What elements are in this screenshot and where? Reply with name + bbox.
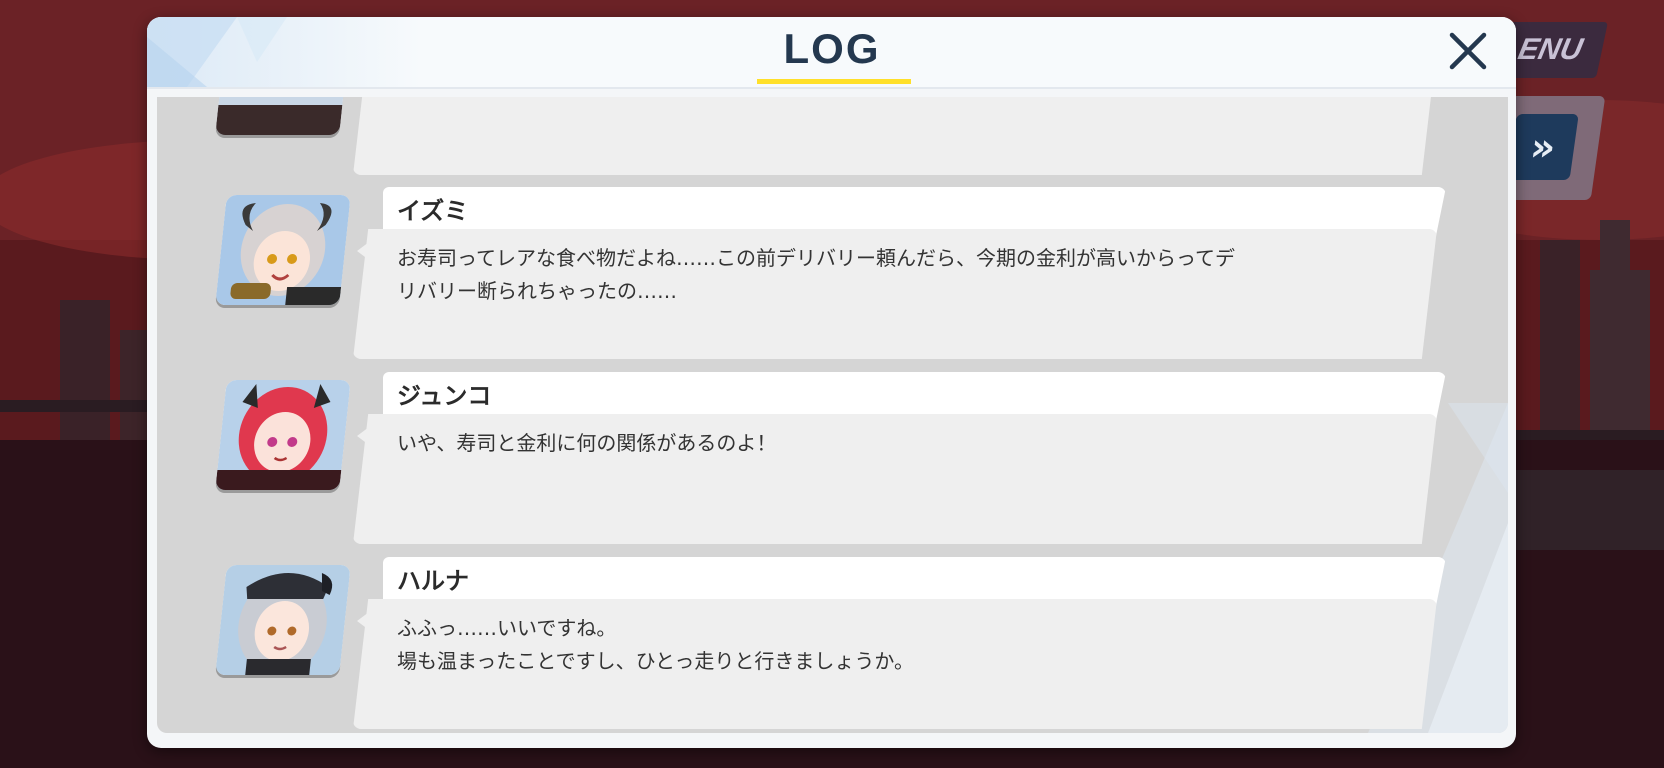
avatar-izumi [215, 195, 351, 305]
speaker-name: イズミ [397, 197, 469, 225]
avatar [215, 97, 351, 135]
dialogue-text: ふふっ……いいですね。 場も温まったことですし、ひとっ走りと行きましょうか。 [397, 616, 914, 673]
speaker-name: ジュンコ [397, 382, 492, 410]
speech-tail [357, 609, 373, 633]
log-header: LOG [147, 17, 1516, 89]
avatar-junko [215, 380, 351, 490]
log-title: LOG [783, 25, 881, 72]
close-button[interactable] [1444, 27, 1492, 75]
speaker-name: ハルナ [397, 567, 469, 595]
speech-tail [357, 239, 373, 263]
header-decoration [147, 17, 287, 87]
character-portrait-icon [215, 380, 351, 490]
log-entry: ハルナ ふふっ……いいですね。 場も温まったことですし、ひとっ走りと行きましょう… [157, 557, 1508, 732]
log-entry: ジュンコ いや、寿司と金利に何の関係があるのよ！ [157, 372, 1508, 547]
speech-box [353, 97, 1437, 175]
dialogue-text: お寿司ってレアな食べ物だよね……この前デリバリー頼んだら、今期の金利が高いからっ… [397, 246, 1235, 303]
dialogue-text: いや、寿司と金利に何の関係があるのよ！ [397, 431, 777, 455]
close-icon [1449, 32, 1487, 70]
character-portrait-icon [215, 195, 351, 305]
log-window: LOG イズミ お寿司ってレアな食べ物だよね……この前デリバリー頼んだら、今期の… [147, 17, 1516, 748]
log-entry: イズミ お寿司ってレアな食べ物だよね……この前デリバリー頼んだら、今期の金利が高… [157, 187, 1508, 362]
log-scroll-area[interactable]: イズミ お寿司ってレアな食べ物だよね……この前デリバリー頼んだら、今期の金利が高… [157, 97, 1508, 733]
fast-forward-icon: » [1507, 114, 1579, 180]
title-underline [757, 79, 911, 84]
character-portrait-icon [215, 97, 351, 135]
avatar-haruna [215, 565, 351, 675]
character-portrait-icon [215, 565, 351, 675]
speech-tail [357, 424, 373, 448]
partial-log-entry [157, 97, 1508, 185]
